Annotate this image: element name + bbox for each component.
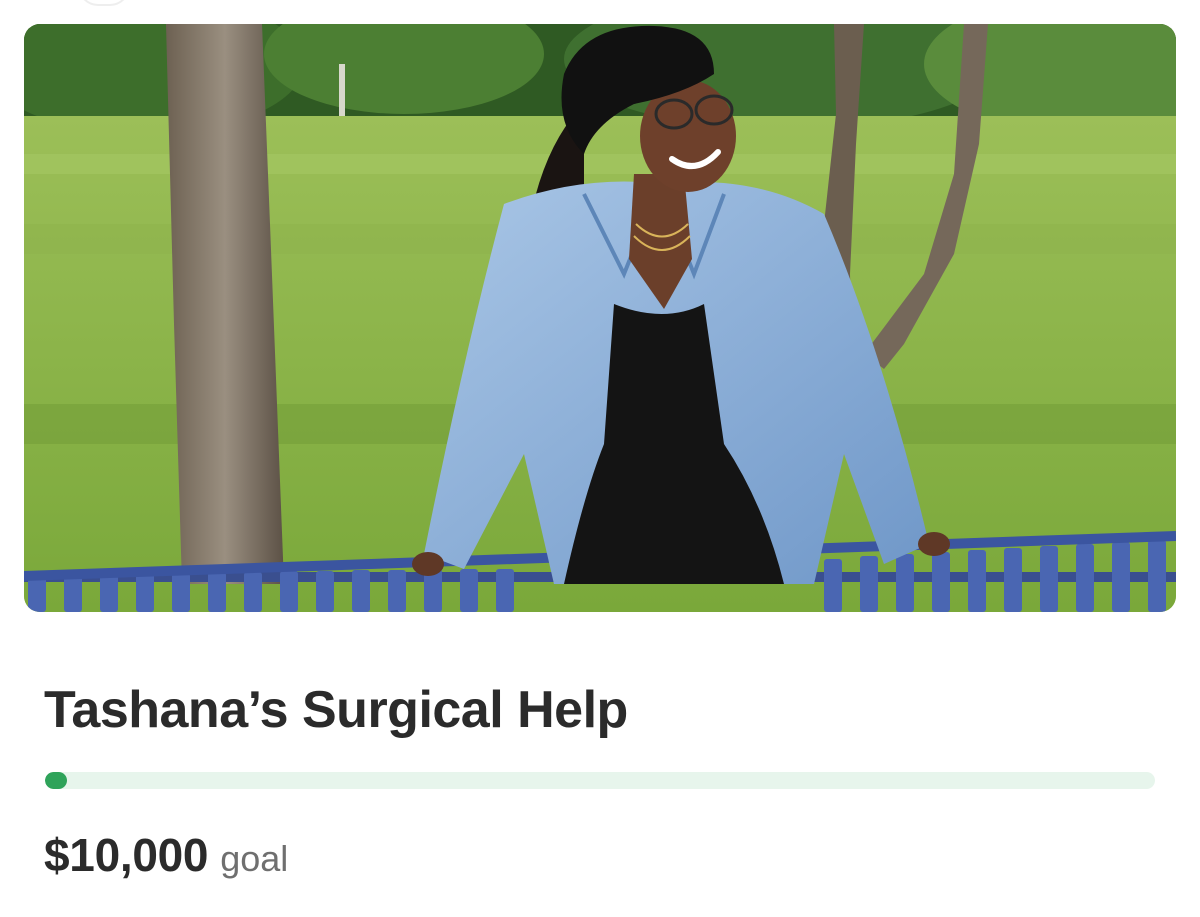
- progress-bar-fill: [45, 772, 67, 789]
- goal-summary: $10,000 goal: [44, 820, 288, 890]
- campaign-title: Tashana’s Surgical Help: [44, 681, 628, 739]
- avatar: [78, 0, 130, 6]
- campaign-cover-photo[interactable]: [24, 24, 1176, 612]
- cover-photo-image: [24, 24, 1176, 612]
- fundraiser-page: Tashana’s Surgical Help $10,000 goal: [0, 0, 1200, 917]
- goal-amount: $10,000: [44, 829, 209, 881]
- goal-label: goal: [220, 838, 289, 879]
- donation-progress-bar: [45, 772, 1155, 789]
